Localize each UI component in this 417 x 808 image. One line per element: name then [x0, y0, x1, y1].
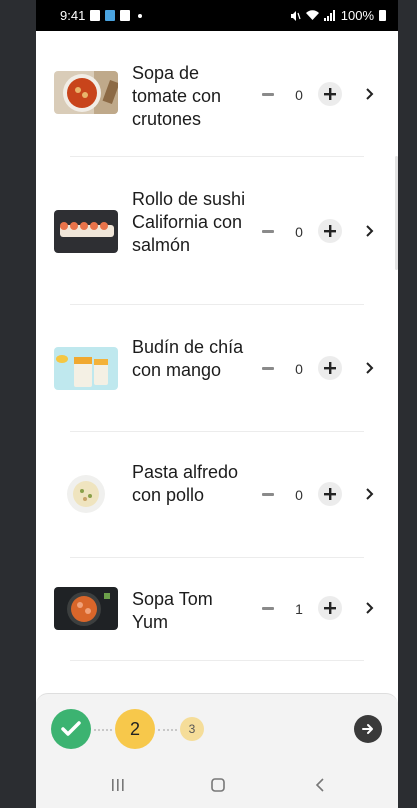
plus-icon [324, 88, 336, 100]
increase-button[interactable] [318, 356, 342, 380]
phone-screen: 9:41 100% Sopa de tomate con crutones 0 … [36, 0, 398, 808]
divider [70, 304, 364, 305]
step-connector [158, 729, 177, 733]
back-button[interactable] [310, 775, 330, 795]
quantity-value: 0 [295, 224, 303, 240]
wifi-icon [305, 10, 319, 20]
product-name: Pasta alfredo con pollo [132, 462, 239, 505]
plus-icon [324, 602, 336, 614]
next-button[interactable] [354, 715, 382, 743]
step-current[interactable]: 2 [115, 709, 155, 749]
product-name: Sopa de tomate con crutones [132, 63, 222, 129]
back-icon [315, 778, 324, 792]
chevron-right-icon[interactable] [364, 224, 376, 238]
divider [70, 156, 364, 157]
decrease-button[interactable] [262, 93, 274, 96]
increase-button[interactable] [318, 82, 342, 106]
step-connector [94, 729, 112, 733]
checkmark-icon [61, 721, 81, 736]
product-name: Budín de chía con mango [132, 337, 244, 380]
app-notification-icon [105, 10, 116, 21]
battery-percent: 100% [340, 8, 374, 23]
product-name: Sopa Tom Yum [132, 589, 213, 632]
quantity-value: 0 [295, 87, 303, 103]
home-button[interactable] [208, 775, 228, 795]
recent-apps-icon [112, 779, 124, 791]
product-thumbnail [54, 71, 118, 114]
product-name: Rollo de sushi California con salmón [132, 189, 246, 255]
quantity-value: 1 [295, 601, 303, 617]
home-icon [211, 778, 225, 792]
arrow-right-icon [362, 724, 373, 734]
signal-icon [323, 10, 335, 21]
quantity-value: 0 [295, 487, 303, 503]
decrease-button[interactable] [262, 493, 274, 496]
mute-icon [290, 10, 301, 21]
chevron-right-icon[interactable] [364, 487, 376, 501]
step-current-label: 2 [129, 718, 140, 739]
decrease-button[interactable] [262, 367, 274, 370]
increase-button[interactable] [318, 219, 342, 243]
increase-button[interactable] [318, 482, 342, 506]
plus-icon [324, 225, 336, 237]
product-thumbnail [54, 210, 118, 253]
chevron-right-icon[interactable] [364, 361, 376, 375]
divider [70, 557, 364, 558]
notification-icon [90, 10, 101, 21]
battery-icon [379, 10, 386, 21]
divider [70, 660, 364, 661]
gallery-notification-icon [120, 10, 131, 21]
quantity-value: 0 [295, 361, 303, 377]
product-thumbnail [54, 587, 118, 630]
more-notifications-icon [138, 13, 143, 18]
decrease-button[interactable] [262, 607, 274, 610]
step-upcoming-label: 3 [188, 722, 196, 736]
divider [70, 431, 364, 432]
chevron-right-icon[interactable] [364, 601, 376, 615]
decrease-button[interactable] [262, 230, 274, 233]
status-time: 9:41 [60, 8, 86, 23]
plus-icon [324, 488, 336, 500]
step-upcoming[interactable]: 3 [180, 717, 204, 741]
step-complete[interactable] [51, 709, 91, 749]
product-thumbnail [54, 347, 118, 390]
plus-icon [324, 362, 336, 374]
recent-apps-button[interactable] [108, 775, 128, 795]
chevron-right-icon[interactable] [364, 87, 376, 101]
checkout-progress-bar: 2 3 [36, 693, 398, 764]
increase-button[interactable] [318, 596, 342, 620]
scrollbar[interactable] [395, 156, 398, 270]
system-navigation-bar [36, 763, 398, 808]
status-bar: 9:41 100% [36, 0, 398, 31]
product-thumbnail [54, 473, 118, 516]
